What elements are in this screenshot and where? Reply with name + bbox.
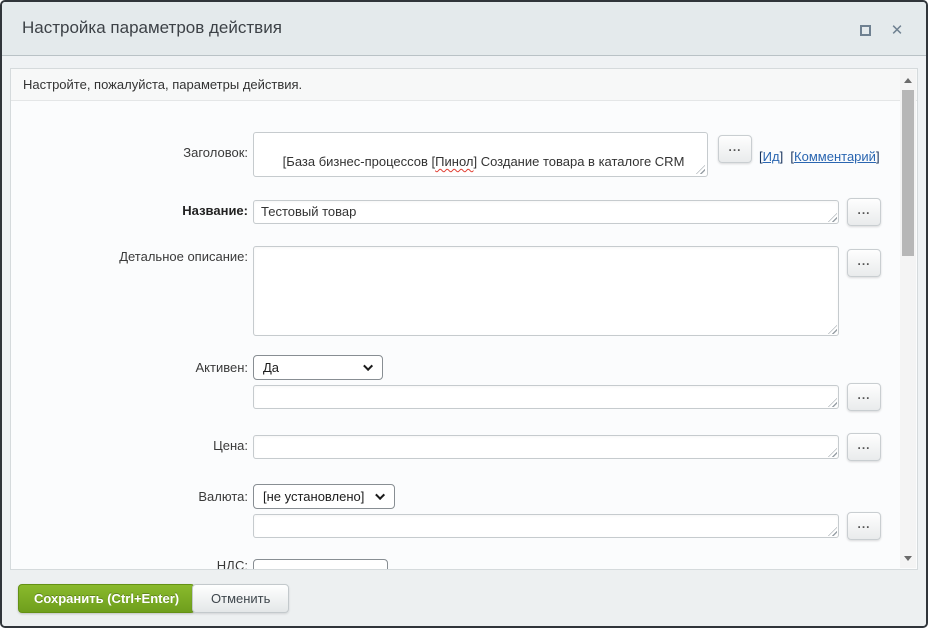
currency-field-label: Валюта: [198, 489, 248, 504]
active-field-label: Активен: [195, 360, 248, 375]
notice-bar: Настройте, пожалуйста, параметры действи… [11, 69, 917, 101]
description-more-button[interactable]: ... [847, 249, 881, 277]
maximize-square [859, 24, 871, 36]
title-field-label: Заголовок: [183, 145, 248, 160]
currency-more-button[interactable]: ... [847, 512, 881, 540]
title-text-misspelled: Пинол [435, 154, 474, 169]
currency-select-value: [не установлено] [263, 489, 365, 504]
vat-field-label: НДС: [216, 558, 248, 570]
scroll-down-arrow[interactable] [900, 550, 916, 566]
dialog-titlebar: Настройка параметров действия ✕ [2, 2, 926, 56]
active-select-value: Да [263, 360, 280, 375]
action-settings-dialog: Настройка параметров действия ✕ Настройт… [0, 0, 928, 628]
bracket: ] [875, 149, 880, 164]
close-icon[interactable]: ✕ [888, 21, 906, 39]
settings-panel: Настройте, пожалуйста, параметры действи… [10, 68, 918, 570]
description-field-label: Детальное описание: [119, 249, 248, 264]
active-more-button[interactable]: ... [847, 383, 881, 411]
currency-select[interactable]: [не установлено] [253, 484, 395, 509]
name-more-button[interactable]: ... [847, 198, 881, 226]
price-more-button[interactable]: ... [847, 433, 881, 461]
vertical-scrollbar[interactable] [900, 70, 916, 568]
title-text-before: [База бизнес-процессов [ [282, 154, 436, 169]
description-field-input[interactable] [253, 246, 839, 336]
id-link[interactable]: Ид [763, 149, 780, 164]
triangle-down-icon [904, 555, 912, 561]
title-field-input[interactable]: [База бизнес-процессов [Пинол] Создание … [253, 132, 708, 177]
dialog-title: Настройка параметров действия [22, 18, 282, 37]
chevron-down-icon [363, 361, 374, 372]
dialog-footer: Сохранить (Ctrl+Enter) Отменить [2, 570, 926, 626]
cancel-button[interactable]: Отменить [192, 584, 290, 613]
chevron-down-icon [375, 490, 386, 501]
triangle-up-icon [904, 77, 912, 83]
resize-grip-icon[interactable] [696, 165, 705, 174]
comment-link[interactable]: Комментарий [794, 149, 876, 164]
name-field-label: Название: [182, 203, 248, 218]
title-more-button[interactable]: ... [718, 135, 752, 163]
active-select[interactable]: Да [253, 355, 383, 380]
save-button[interactable]: Сохранить (Ctrl+Enter) [18, 584, 196, 613]
maximize-icon[interactable] [856, 21, 874, 39]
currency-expression-input[interactable] [253, 514, 839, 538]
scrollbar-thumb[interactable] [902, 90, 914, 256]
price-field-input[interactable] [253, 435, 839, 459]
vat-select[interactable] [253, 559, 388, 569]
price-field-label: Цена: [213, 438, 248, 453]
bracket: ] [779, 149, 784, 164]
name-field-input[interactable]: Тестовый товар [253, 200, 839, 224]
title-field-links: [Ид] [Комментарий] [759, 147, 880, 167]
active-expression-input[interactable] [253, 385, 839, 409]
scroll-up-arrow[interactable] [900, 72, 916, 88]
title-text-after: ] Создание товара в каталоге CRM [473, 154, 685, 169]
